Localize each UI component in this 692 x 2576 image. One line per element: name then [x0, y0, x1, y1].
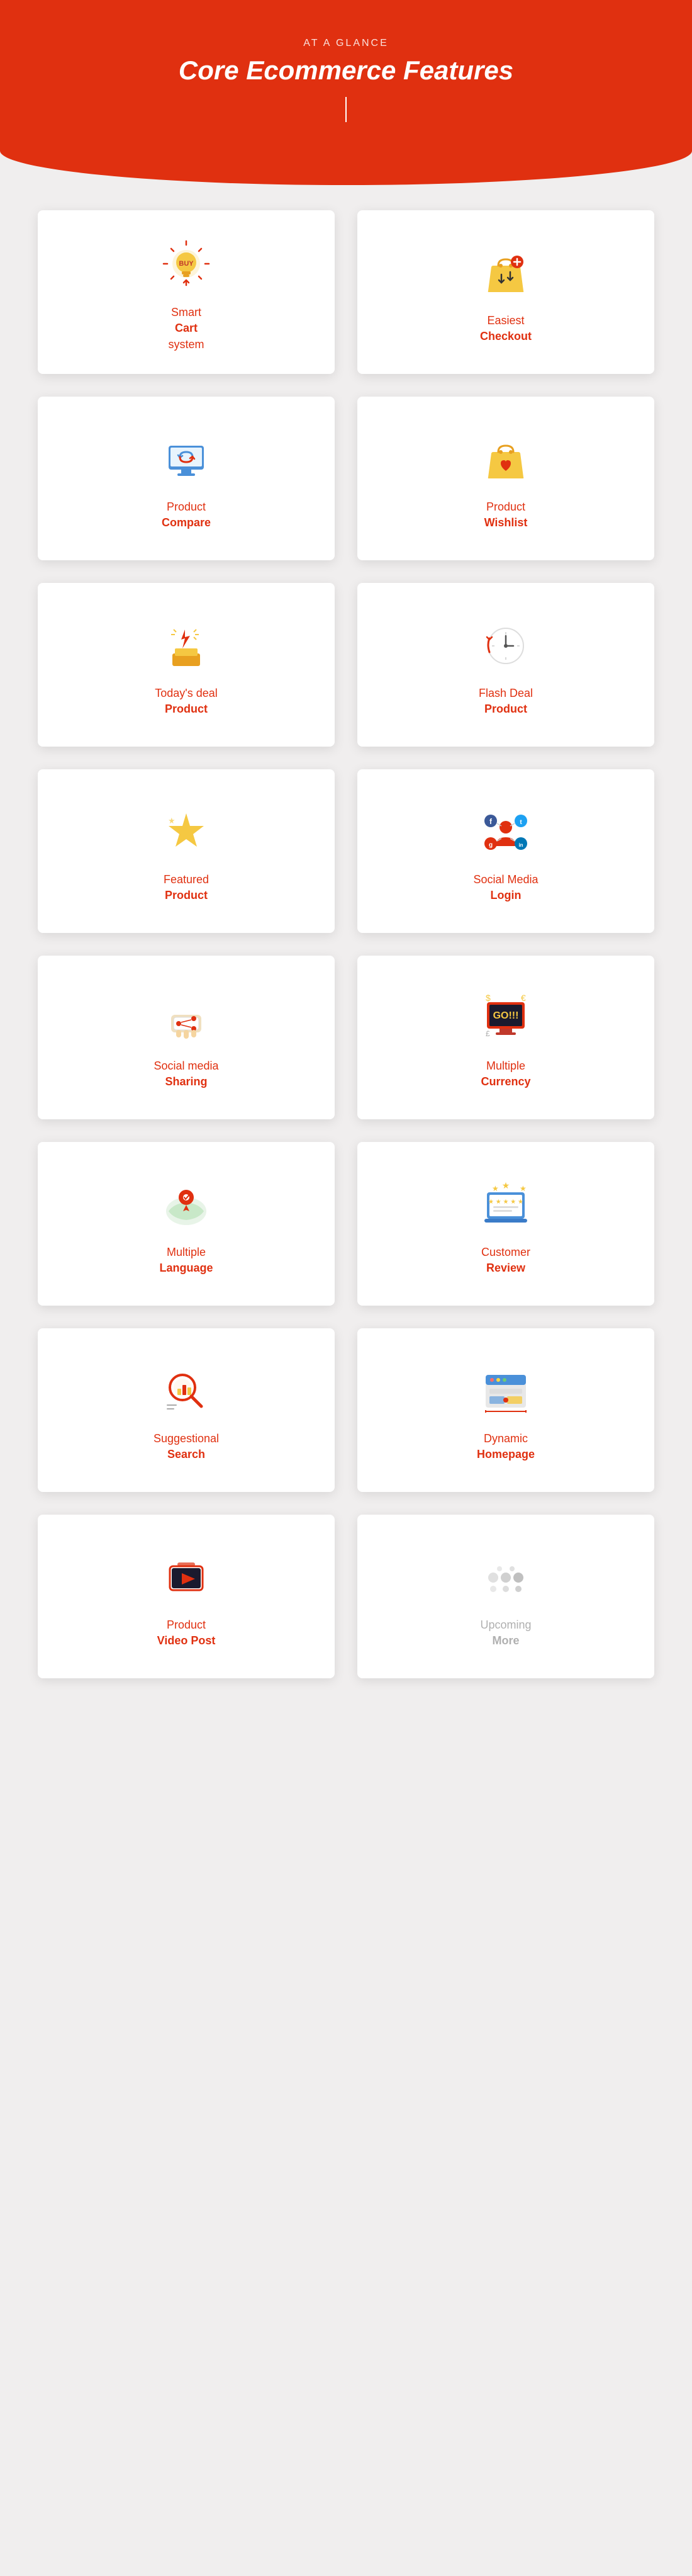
dynamic-homepage-label: DynamicHomepage	[477, 1431, 535, 1462]
svg-text:★: ★	[502, 1180, 510, 1190]
multiple-language-icon	[158, 1177, 215, 1233]
multiple-currency-label: MultipleCurrency	[481, 1058, 530, 1090]
featured-product-icon	[158, 804, 215, 861]
social-sharing-icon	[158, 990, 215, 1047]
feature-card-upcoming-more: UpcomingMore	[357, 1515, 654, 1678]
dynamic-homepage-icon	[477, 1363, 534, 1420]
header-divider	[345, 97, 347, 122]
svg-text:in: in	[518, 842, 523, 848]
feature-card-product-video: ProductVideo Post	[38, 1515, 335, 1678]
product-wishlist-icon	[477, 431, 534, 488]
svg-text:★ ★ ★ ★ ★: ★ ★ ★ ★ ★	[488, 1199, 523, 1206]
easiest-checkout-label: EasiestCheckout	[480, 313, 532, 344]
social-login-label: Social MediaLogin	[473, 872, 538, 903]
svg-text:€: €	[521, 993, 526, 1003]
suggestional-search-label: SuggestionalSearch	[153, 1431, 219, 1462]
feature-card-todays-deal: Today's dealProduct	[38, 583, 335, 747]
feature-card-multiple-language: MultipleLanguage	[38, 1142, 335, 1306]
smart-cart-icon: BUY	[158, 237, 215, 293]
flash-deal-label: Flash DealProduct	[479, 686, 533, 717]
svg-text:★: ★	[492, 1184, 499, 1193]
feature-card-featured-product: FeaturedProduct	[38, 769, 335, 933]
multiple-currency-icon: GO!!! $ € £	[477, 990, 534, 1047]
easiest-checkout-icon	[477, 245, 534, 302]
feature-card-multiple-currency: GO!!! $ € £ MultipleCurrency	[357, 956, 654, 1119]
product-compare-label: ProductCompare	[162, 499, 211, 531]
flash-deal-icon	[477, 618, 534, 674]
feature-card-social-sharing: Social mediaSharing	[38, 956, 335, 1119]
product-compare-icon	[158, 431, 215, 488]
features-grid: BUY Smart Cartsystem	[0, 185, 692, 1703]
feature-card-dynamic-homepage: DynamicHomepage	[357, 1328, 654, 1492]
todays-deal-label: Today's dealProduct	[155, 686, 218, 717]
social-login-icon: f t g in	[477, 804, 534, 861]
svg-text:g: g	[489, 842, 493, 849]
header-subtitle: AT A GLANCE	[13, 38, 679, 49]
svg-text:GO!!!: GO!!!	[493, 1010, 519, 1021]
svg-text:★: ★	[520, 1184, 527, 1193]
feature-card-social-login: f t g in Social MediaLogin	[357, 769, 654, 933]
page-header: AT A GLANCE Core Ecommerce Features	[0, 0, 692, 185]
suggestional-search-icon	[158, 1363, 215, 1420]
upcoming-more-icon	[477, 1549, 534, 1606]
feature-card-suggestional-search: SuggestionalSearch	[38, 1328, 335, 1492]
svg-text:$: $	[486, 993, 491, 1003]
featured-product-label: FeaturedProduct	[164, 872, 209, 903]
feature-card-smart-cart: BUY Smart Cartsystem	[38, 210, 335, 374]
smart-cart-label: Smart Cartsystem	[168, 305, 204, 353]
product-video-label: ProductVideo Post	[157, 1617, 216, 1649]
customer-review-label: CustomerReview	[481, 1245, 530, 1276]
header-title: Core Ecommerce Features	[13, 55, 679, 86]
product-video-icon	[158, 1549, 215, 1606]
feature-card-flash-deal: Flash DealProduct	[357, 583, 654, 747]
social-sharing-label: Social mediaSharing	[153, 1058, 218, 1090]
product-wishlist-label: ProductWishlist	[484, 499, 528, 531]
svg-text:£: £	[486, 1029, 490, 1038]
multiple-language-label: MultipleLanguage	[159, 1245, 213, 1276]
feature-card-customer-review: ★ ★ ★ ★ ★ ★ ★ ★ CustomerReview	[357, 1142, 654, 1306]
feature-card-product-wishlist: ProductWishlist	[357, 397, 654, 560]
svg-text:BUY: BUY	[179, 260, 194, 268]
feature-card-easiest-checkout: EasiestCheckout	[357, 210, 654, 374]
customer-review-icon: ★ ★ ★ ★ ★ ★ ★ ★	[477, 1177, 534, 1233]
upcoming-more-label: UpcomingMore	[480, 1617, 531, 1649]
todays-deal-icon	[158, 618, 215, 674]
feature-card-product-compare: ProductCompare	[38, 397, 335, 560]
